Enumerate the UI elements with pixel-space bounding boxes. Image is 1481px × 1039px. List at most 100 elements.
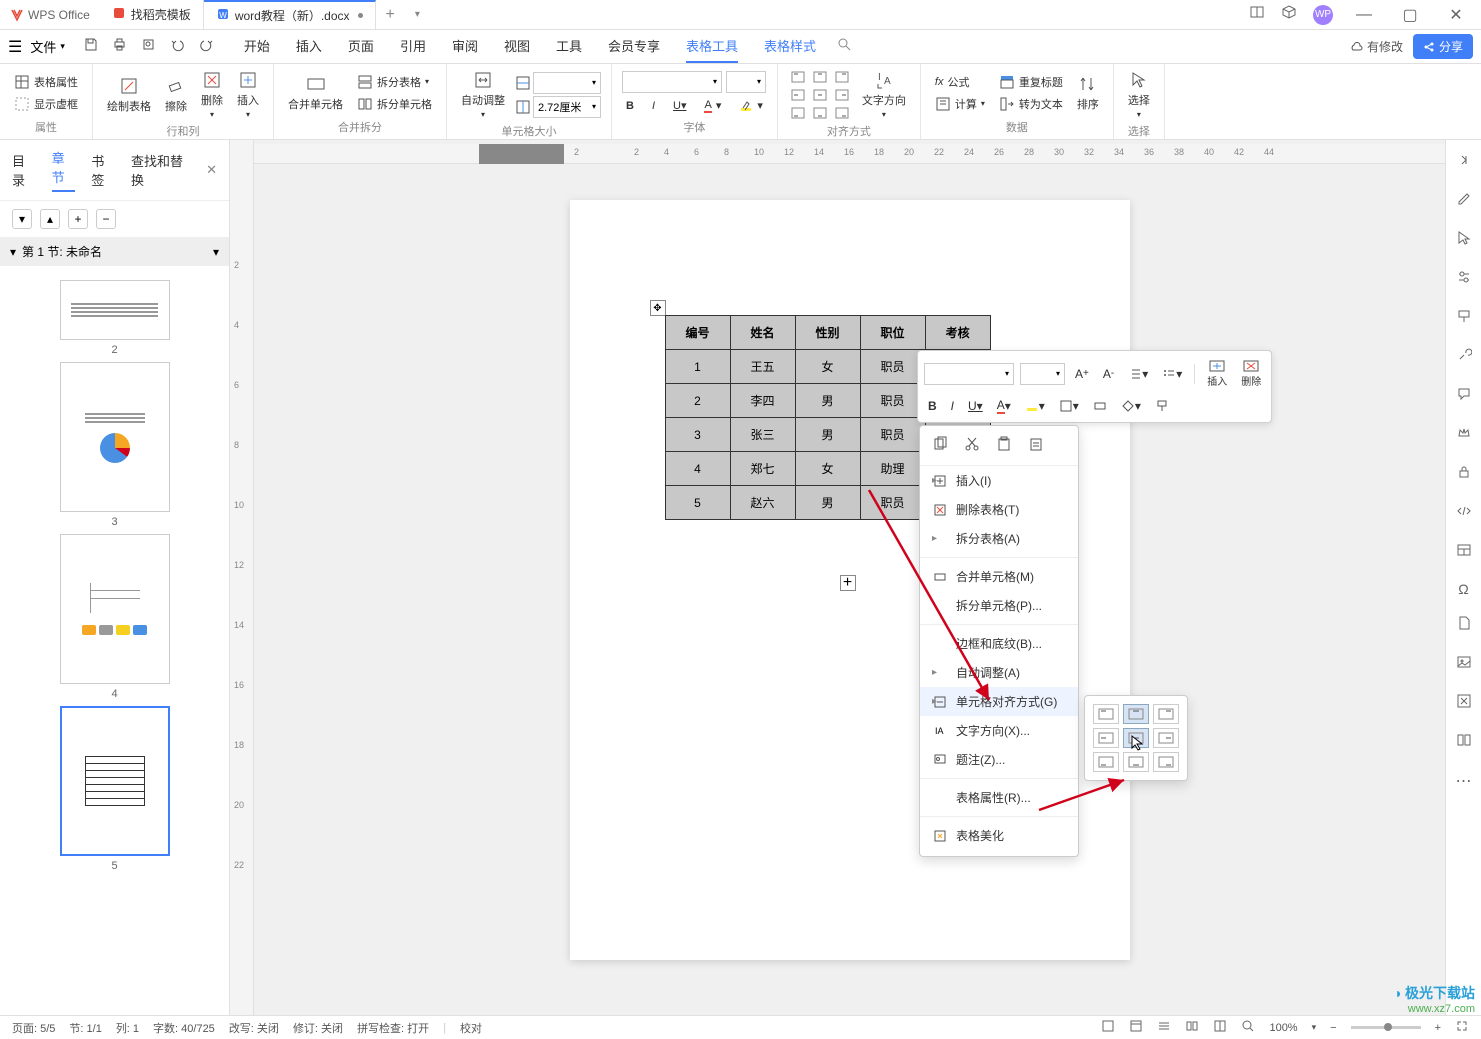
mini-shading[interactable]: ▾ [1117,397,1145,415]
menu-table-tools[interactable]: 表格工具 [686,30,738,63]
maximize-button[interactable]: ▢ [1395,5,1425,25]
fly-align-ml[interactable] [1093,728,1119,748]
sort-button[interactable]: 排序 [1073,72,1103,114]
mini-shrink-font[interactable]: A- [1099,365,1118,383]
mini-delete-button[interactable]: 删除 [1237,357,1265,390]
rs-chat-icon[interactable] [1456,386,1472,407]
repeat-header-button[interactable]: 重复标题 [995,72,1067,92]
file-menu[interactable]: 文件▾ [22,33,73,60]
mini-font-size[interactable]: ▾ [1020,363,1065,385]
formula-button[interactable]: fx 公式 [931,72,989,92]
cm-cut-icon[interactable] [964,436,980,457]
rs-image-icon[interactable] [1456,654,1472,675]
cm-merge-cell[interactable]: 合并单元格(M) [920,562,1078,591]
modify-status[interactable]: 有修改 [1349,38,1403,55]
table-properties-button[interactable]: 表格属性 [10,72,82,92]
align-top-left[interactable] [788,69,808,85]
zoom-slider[interactable] [1351,1026,1421,1029]
undo-icon[interactable] [170,37,185,57]
rs-code-icon[interactable] [1456,503,1472,524]
menu-view[interactable]: 视图 [504,30,530,63]
menu-tools[interactable]: 工具 [556,30,582,63]
highlight-button[interactable]: ▾ [735,97,767,115]
bold-button[interactable]: B [622,97,638,115]
collapse-down-button[interactable]: ▾ [12,209,32,229]
mini-underline[interactable]: U▾ [964,397,987,415]
cm-autofit[interactable]: 自动调整(A)▸ [920,658,1078,687]
share-button[interactable]: 分享 [1413,34,1473,59]
rs-expand-icon[interactable] [1456,152,1472,173]
status-column[interactable]: 列: 1 [116,1020,139,1036]
panel-icon[interactable] [1249,4,1265,25]
rs-close-icon[interactable] [1456,693,1472,714]
rs-lock-icon[interactable] [1456,464,1472,485]
status-page[interactable]: 页面: 5/5 [12,1020,55,1036]
view-mode-4[interactable] [1185,1019,1199,1036]
add-section-button[interactable]: + [68,209,88,229]
cm-text-direction[interactable]: IA文字方向(X)... [920,716,1078,745]
fly-align-mc[interactable] [1123,728,1149,748]
row-height-input[interactable]: ▾ [533,72,601,94]
calc-button[interactable]: 计算▾ [931,94,989,114]
rs-paint-icon[interactable] [1456,308,1472,329]
fit-page[interactable] [1455,1019,1469,1036]
nav-bookmark[interactable]: 书签 [91,151,115,189]
fly-align-bc[interactable] [1123,752,1149,772]
mini-list[interactable]: ▾ [1158,365,1186,383]
mini-bold[interactable]: B [924,397,941,415]
col-width-input[interactable]: 2.72厘米▾ [533,96,601,118]
cube-icon[interactable] [1281,4,1297,25]
menu-table-style[interactable]: 表格样式 [764,30,816,63]
menu-page[interactable]: 页面 [348,30,374,63]
font-color-button[interactable]: A▾ [700,97,725,115]
zoom-mode[interactable] [1241,1019,1255,1036]
table-add-row-button[interactable]: + [840,575,856,591]
save-icon[interactable] [83,37,98,57]
insert-button[interactable]: 插入▾ [233,68,263,121]
fly-align-tc[interactable] [1123,704,1149,724]
rs-tools-icon[interactable] [1456,347,1472,368]
cm-format-paste-icon[interactable] [1028,436,1044,457]
close-button[interactable]: ✕ [1441,5,1471,25]
view-mode-5[interactable] [1213,1019,1227,1036]
align-mid-right[interactable] [832,87,852,103]
close-sidebar-icon[interactable]: ✕ [206,162,217,178]
status-section[interactable]: 节: 1/1 [69,1020,101,1036]
select-button[interactable]: 选择▾ [1124,68,1154,121]
mini-font-family[interactable]: ▾ [924,363,1014,385]
zoom-level[interactable]: 100% [1269,1022,1297,1034]
nav-toc[interactable]: 目录 [12,151,36,189]
mini-border[interactable]: ▾ [1055,397,1083,415]
merge-cells-button[interactable]: 合并单元格 [284,72,347,114]
cm-cell-align[interactable]: 单元格对齐方式(G)▸ [920,687,1078,716]
mini-insert-button[interactable]: 插入 [1203,357,1231,390]
collapse-up-button[interactable]: ▴ [40,209,60,229]
fly-align-br[interactable] [1153,752,1179,772]
font-size-combo[interactable]: ▾ [726,71,766,93]
split-cells-button[interactable]: 拆分单元格 [353,94,436,114]
rs-omega-icon[interactable]: Ω [1458,581,1468,597]
view-mode-1[interactable] [1101,1019,1115,1036]
fly-align-bl[interactable] [1093,752,1119,772]
rs-select-icon[interactable] [1456,230,1472,251]
section-header[interactable]: ▾第 1 节: 未命名▾ [0,237,229,266]
tab-template[interactable]: 找稻壳模板 [100,0,204,29]
italic-button[interactable]: I [648,97,659,115]
nav-find-replace[interactable]: 查找和替换 [131,151,190,189]
user-avatar[interactable]: WP [1313,5,1333,25]
rs-settings-icon[interactable] [1456,269,1472,290]
cm-delete-table[interactable]: 删除表格(T) [920,495,1078,524]
menu-start[interactable]: 开始 [244,30,270,63]
mini-merge[interactable] [1089,397,1111,415]
view-mode-2[interactable] [1129,1019,1143,1036]
zoom-dropdown[interactable]: ▾ [1312,1022,1317,1033]
align-mid-center[interactable] [810,87,830,103]
show-gridlines-button[interactable]: 显示虚框 [10,94,82,114]
zoom-in[interactable]: + [1435,1022,1441,1034]
rs-file-icon[interactable] [1456,615,1472,636]
thumb-page-2[interactable]: 2 [8,280,221,356]
status-spell[interactable]: 拼写检查: 打开 [357,1020,429,1036]
cm-table-properties[interactable]: 表格属性(R)... [920,783,1078,812]
to-text-button[interactable]: 转为文本 [995,94,1067,114]
tab-document[interactable]: W word教程（新）.docx [204,0,376,29]
